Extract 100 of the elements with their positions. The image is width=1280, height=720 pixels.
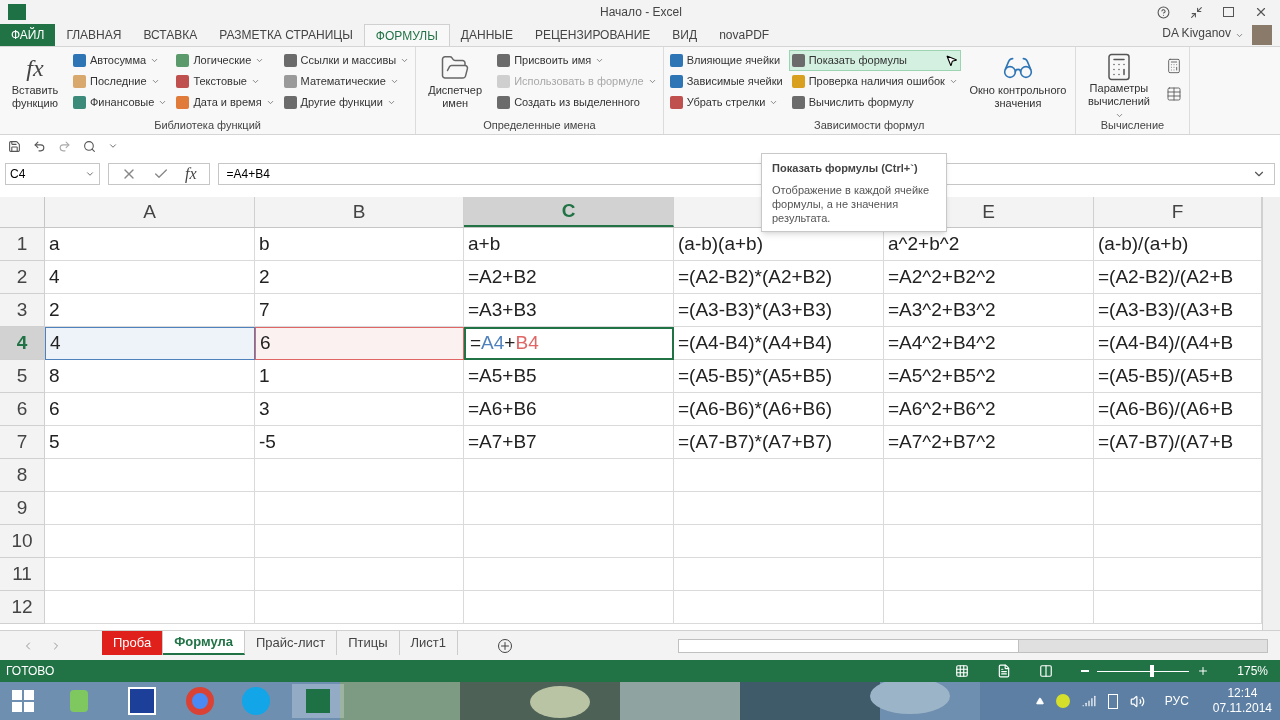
excel-taskbar-icon[interactable] xyxy=(292,684,344,718)
table-cell[interactable]: =A6^2+B6^2 xyxy=(884,393,1094,426)
sheet-tab[interactable]: Проба xyxy=(102,631,164,655)
row-header[interactable]: 8 xyxy=(0,459,45,492)
save-icon[interactable] xyxy=(8,139,21,153)
table-cell[interactable] xyxy=(674,558,884,591)
table-cell[interactable] xyxy=(464,492,674,525)
user-name[interactable]: DA Kivganov xyxy=(1162,24,1231,42)
row-header[interactable]: 3 xyxy=(0,294,45,327)
table-cell[interactable]: 4 xyxy=(45,261,255,294)
table-icon[interactable] xyxy=(1165,86,1182,102)
table-cell[interactable]: b xyxy=(255,228,464,261)
table-cell[interactable]: a xyxy=(45,228,255,261)
table-cell[interactable] xyxy=(45,459,255,492)
table-cell[interactable]: =(A6-B6)*(A6+B6) xyxy=(674,393,884,426)
table-cell[interactable] xyxy=(674,492,884,525)
table-cell[interactable] xyxy=(464,591,674,624)
ribbon-tab[interactable]: ГЛАВНАЯ xyxy=(55,24,133,46)
vertical-scrollbar[interactable] xyxy=(1262,197,1280,630)
ribbon-display-icon[interactable] xyxy=(1190,5,1203,19)
language-indicator[interactable]: РУС xyxy=(1164,692,1189,710)
ribbon-button[interactable]: Показать формулы xyxy=(788,50,961,71)
table-cell[interactable]: =A7+B7 xyxy=(464,426,674,459)
restore-icon[interactable] xyxy=(1223,7,1234,17)
table-cell[interactable] xyxy=(255,492,464,525)
table-cell[interactable] xyxy=(45,558,255,591)
table-cell[interactable] xyxy=(45,591,255,624)
ribbon-button[interactable]: Создать из выделенного xyxy=(494,92,660,113)
table-cell[interactable] xyxy=(674,525,884,558)
table-cell[interactable]: =A5^2+B5^2 xyxy=(884,360,1094,393)
table-cell[interactable]: 4 xyxy=(45,327,255,360)
table-cell[interactable] xyxy=(255,558,464,591)
table-cell[interactable]: 6 xyxy=(255,327,464,360)
signal-icon[interactable] xyxy=(1081,694,1096,708)
table-cell[interactable] xyxy=(255,591,464,624)
table-cell[interactable] xyxy=(674,459,884,492)
table-cell[interactable]: =A2^2+B2^2 xyxy=(884,261,1094,294)
row-header[interactable]: 6 xyxy=(0,393,45,426)
table-cell[interactable] xyxy=(45,492,255,525)
ribbon-large-button[interactable]: Диспетчер имен xyxy=(419,50,492,116)
ribbon-tab[interactable]: novaPDF xyxy=(708,24,781,46)
table-cell[interactable] xyxy=(255,459,464,492)
table-cell[interactable]: 7 xyxy=(255,294,464,327)
ribbon-tab[interactable]: ВСТАВКА xyxy=(132,24,209,46)
table-cell[interactable]: 2 xyxy=(255,261,464,294)
ribbon-button[interactable]: Последние xyxy=(70,71,171,92)
ribbon-button[interactable]: Автосумма xyxy=(70,50,171,71)
row-header[interactable]: 11 xyxy=(0,558,45,591)
table-cell[interactable]: =(A5-B5)*(A5+B5) xyxy=(674,360,884,393)
table-cell[interactable] xyxy=(464,558,674,591)
table-cell[interactable]: =(A4-B4)*(A4+B4) xyxy=(674,327,884,360)
calculator-icon[interactable] xyxy=(1165,58,1182,74)
ribbon-button[interactable]: Текстовые xyxy=(173,71,278,92)
table-cell[interactable]: a+b xyxy=(464,228,674,261)
zoom-in-icon[interactable] xyxy=(1197,665,1210,677)
ribbon-button[interactable]: Проверка наличия ошибок xyxy=(788,71,961,92)
page-layout-icon[interactable] xyxy=(997,664,1012,678)
ribbon-button[interactable]: Зависимые ячейки xyxy=(666,71,786,92)
ribbon-tab[interactable]: ФОРМУЛЫ xyxy=(363,24,450,46)
table-cell[interactable]: -5 xyxy=(255,426,464,459)
ribbon-tab[interactable]: ФАЙЛ xyxy=(0,24,56,46)
column-header[interactable]: C xyxy=(464,197,674,227)
table-cell[interactable]: =A3+B3 xyxy=(464,294,674,327)
sheet-tab[interactable]: Прайс-лист xyxy=(245,631,338,655)
table-cell[interactable] xyxy=(884,459,1094,492)
table-cell[interactable] xyxy=(884,558,1094,591)
table-cell[interactable]: =A6+B6 xyxy=(464,393,674,426)
customize-icon[interactable] xyxy=(108,141,118,151)
table-cell[interactable] xyxy=(45,525,255,558)
sheet-tab[interactable]: Птицы xyxy=(337,631,400,655)
ribbon-large-button[interactable]: fx Вставить функцию xyxy=(3,50,67,116)
ribbon-button[interactable]: Присвоить имя xyxy=(494,50,660,71)
table-cell[interactable]: =A7^2+B7^2 xyxy=(884,426,1094,459)
ribbon-button[interactable]: Ссылки и массивы xyxy=(280,50,413,71)
battery-icon[interactable] xyxy=(1107,693,1118,709)
print-preview-icon[interactable] xyxy=(83,139,96,153)
ribbon-button[interactable]: Другие функции xyxy=(280,92,413,113)
zoom-slider[interactable] xyxy=(1097,664,1190,678)
ribbon-button[interactable]: Дата и время xyxy=(173,92,278,113)
table-cell[interactable] xyxy=(674,591,884,624)
windows-logo-icon[interactable] xyxy=(12,690,34,712)
redo-icon[interactable] xyxy=(58,139,71,153)
ribbon-tab[interactable]: РЕЦЕНЗИРОВАНИЕ xyxy=(523,24,662,46)
fx-icon[interactable]: fx xyxy=(185,162,197,186)
ribbon-large-button[interactable]: Окно контрольного значения xyxy=(963,50,1072,116)
name-box[interactable]: C4 xyxy=(5,163,100,185)
table-cell[interactable]: =(A3-B3)*(A3+B3) xyxy=(674,294,884,327)
table-cell[interactable] xyxy=(884,525,1094,558)
table-cell[interactable]: =A4+B4 xyxy=(464,327,674,360)
zoom-level[interactable]: 175% xyxy=(1237,662,1274,680)
sheet-tab[interactable]: Лист1 xyxy=(399,631,459,655)
row-header[interactable]: 10 xyxy=(0,525,45,558)
table-cell[interactable]: 3 xyxy=(255,393,464,426)
table-cell[interactable]: =A5+B5 xyxy=(464,360,674,393)
page-break-icon[interactable] xyxy=(1039,664,1054,678)
table-cell[interactable]: 1 xyxy=(255,360,464,393)
row-header[interactable]: 7 xyxy=(0,426,45,459)
ribbon-button[interactable]: Логические xyxy=(173,50,278,71)
table-cell[interactable]: 6 xyxy=(45,393,255,426)
ribbon-button[interactable]: Вычислить формулу xyxy=(788,92,961,113)
